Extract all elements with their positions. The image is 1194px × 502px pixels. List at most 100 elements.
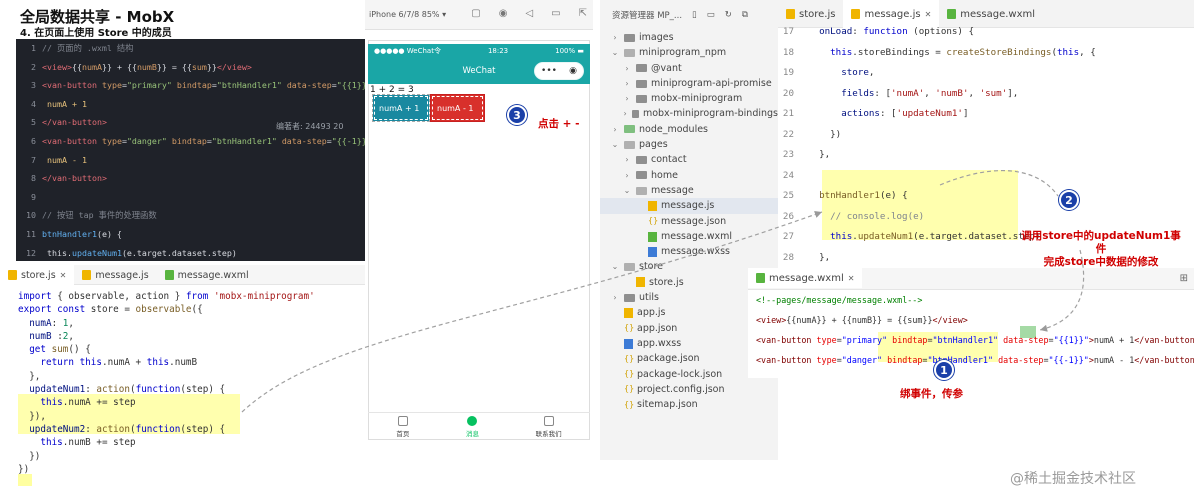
watermark: @稀土掘金技术社区 — [1010, 471, 1136, 487]
code-line: 8 </van-button> — [16, 169, 365, 188]
line-number: 20 — [782, 87, 794, 99]
code-line: 24 — [778, 166, 1194, 187]
stop-icon[interactable]: ◉ — [499, 8, 508, 19]
line-number: 25 — [782, 190, 794, 201]
tree-item-miniprogram-api-promise[interactable]: › miniprogram-api-promise — [600, 76, 778, 91]
code-token: sum — [51, 344, 69, 356]
code-line: 9 — [16, 188, 365, 207]
tree-label: message.js — [661, 200, 715, 212]
tree-label: @vant — [651, 62, 682, 74]
explorer-title: 资源管理器 MP_... — [612, 11, 683, 21]
line-number: 3 — [31, 80, 36, 91]
phone-nav-bar: WeChat ••• ◉ — [368, 58, 590, 84]
js-file-icon — [636, 277, 645, 288]
code-line: get sum() { — [18, 343, 358, 356]
capsule-menu[interactable]: ••• ◉ — [534, 62, 584, 80]
step-2-line1: 调用store中的updateNum1事件 — [1021, 230, 1181, 255]
code-token: updateNum1 — [857, 231, 914, 242]
code-line: 4 numA + 1 — [16, 95, 365, 114]
code-line: 19 store, — [778, 63, 1194, 84]
tab-label: message.js — [864, 8, 921, 20]
tree-item-contact[interactable]: › contact — [600, 152, 778, 167]
line-number: 17 — [782, 26, 794, 37]
tree-item-node_modules[interactable]: › node_modules — [600, 122, 778, 137]
code-token: , — [968, 87, 980, 99]
folder-icon — [624, 33, 635, 42]
volume-icon[interactable]: ◁ — [525, 8, 533, 19]
code-token: data-step — [286, 80, 332, 91]
tree-item--vant[interactable]: › @vant — [600, 61, 778, 76]
code-line: <van-button type="primary" bindtap="btnH… — [756, 330, 1194, 350]
tree-item-images[interactable]: › images — [600, 30, 778, 45]
collapse-icon[interactable]: ⧉ — [742, 10, 748, 20]
chevron-icon: › — [623, 109, 627, 119]
tree-item-sitemap-json[interactable]: {} sitemap.json — [600, 397, 778, 412]
line-number: 22 — [782, 128, 794, 140]
tree-item-message-wxml[interactable]: message.wxml — [600, 229, 778, 244]
tree-item-message-wxss[interactable]: message.wxss — [600, 244, 778, 259]
close-icon[interactable]: ✕ — [925, 10, 932, 19]
code-token: </view> — [216, 61, 252, 72]
record-icon[interactable]: ▢ — [471, 8, 480, 19]
code-token: .numA + — [101, 357, 147, 369]
tabbar-item-2[interactable]: 联系我们 — [536, 413, 562, 440]
tabbar-item-1[interactable]: 消息 — [466, 413, 479, 440]
code-token: <view> — [756, 315, 787, 325]
folder-icon — [624, 125, 635, 134]
tab-store-js[interactable]: store.js ✕ — [0, 265, 75, 285]
refresh-icon[interactable]: ↻ — [725, 10, 732, 20]
rotate-icon[interactable]: ▭ — [551, 8, 560, 19]
tree-item-pages[interactable]: ⌄ pages — [600, 137, 778, 152]
wxml-file-icon — [756, 273, 765, 283]
line-number: 4 — [31, 98, 36, 109]
new-file-icon[interactable]: ▯ — [692, 10, 697, 20]
tabbar-item-0[interactable]: 首页 — [396, 413, 409, 440]
close-icon[interactable]: ✕ — [60, 271, 67, 280]
tree-item-message[interactable]: ⌄ message — [600, 183, 778, 198]
tree-label: miniprogram-api-promise — [651, 77, 772, 89]
new-folder-icon[interactable]: ▭ — [707, 10, 715, 20]
code-token: {{ — [71, 61, 82, 72]
code-token: <van-button — [756, 355, 817, 365]
code-token: (e) { — [96, 228, 122, 239]
close-icon[interactable]: ✕ — [848, 274, 855, 283]
code-token: type — [816, 355, 837, 365]
more-icon[interactable]: ••• — [541, 66, 557, 76]
tree-item-mobx-miniprogram-bindings[interactable]: › mobx-miniprogram-bindings — [600, 106, 778, 121]
code-token: <view> — [42, 61, 72, 72]
js-file-icon — [786, 9, 795, 19]
code-token: }) — [808, 128, 842, 140]
code-token: from — [185, 291, 209, 302]
tab-message-js[interactable]: message.js — [74, 265, 156, 285]
tab-message-wxml[interactable]: message.wxml — [157, 265, 257, 285]
code-token: : — [85, 384, 97, 396]
simulator-toolbar: iPhone 6/7/8 85% ▾ ▢ ◉ ◁ ▭ ⇱ — [365, 0, 593, 30]
code-token: (step) { — [180, 423, 226, 435]
numa-plus-button[interactable]: numA + 1 — [373, 95, 429, 121]
tree-item-message-js[interactable]: message.js — [600, 198, 778, 214]
popout-icon[interactable]: ⇱ — [579, 8, 587, 19]
tree-item-mobx-miniprogram[interactable]: › mobx-miniprogram — [600, 91, 778, 106]
code-token: function — [863, 26, 908, 37]
tree-item-home[interactable]: › home — [600, 168, 778, 183]
line-number: 2 — [31, 61, 36, 72]
line-number: 11 — [26, 228, 36, 239]
wxml-file-icon — [164, 270, 174, 280]
close-mp-icon[interactable]: ◉ — [569, 66, 577, 76]
explorer-header: 资源管理器 MP_... ▯ ▭ ↻ ⧉ — [600, 0, 778, 30]
split-editor-icon[interactable]: ⊞ — [1180, 268, 1194, 289]
code-token: : — [51, 317, 63, 329]
device-selector[interactable]: iPhone 6/7/8 85% ▾ — [365, 10, 446, 19]
tree-label: utils — [639, 292, 659, 304]
tree-item-message-json[interactable]: {} message.json — [600, 214, 778, 229]
code-line: 6 <van-button type="danger" bindtap="btnH… — [16, 132, 365, 151]
tree-item-miniprogram_npm[interactable]: ⌄ miniprogram_npm — [600, 45, 778, 60]
code-token: this — [830, 231, 853, 242]
code-token: sum — [191, 61, 207, 72]
tab-message-wxml[interactable]: message.wxml ✕ — [748, 268, 863, 288]
line-number: 9 — [31, 191, 36, 202]
tree-item-project-config-json[interactable]: {} project.config.json — [600, 382, 778, 397]
code-line: numA: 1, — [18, 317, 358, 330]
